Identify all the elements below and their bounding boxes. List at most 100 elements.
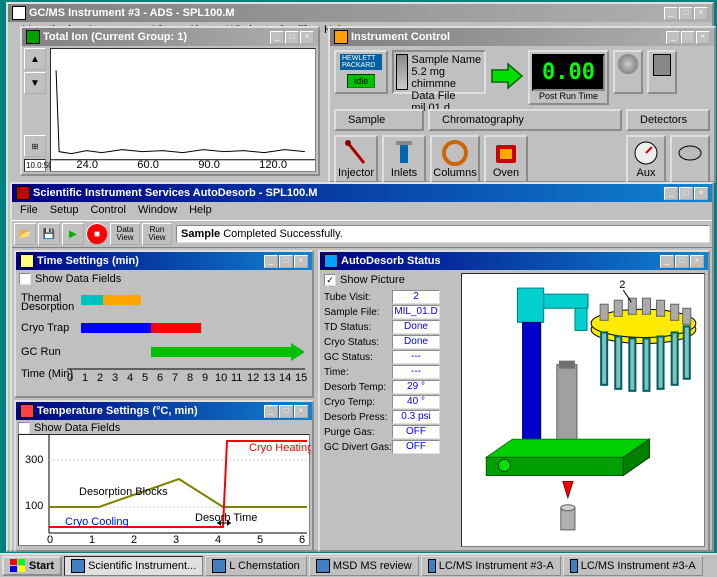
- max-button[interactable]: □: [279, 255, 293, 268]
- ad-titlebar[interactable]: AutoDesorb Status _□×: [320, 252, 708, 270]
- detector-button-1[interactable]: [613, 50, 643, 94]
- zoom-in-button[interactable]: ▲: [24, 48, 46, 70]
- min-button[interactable]: _: [664, 7, 678, 20]
- tab-sample[interactable]: Sample: [334, 109, 424, 131]
- svg-text:8: 8: [187, 372, 193, 384]
- gcms-titlebar[interactable]: GC/MS Instrument #3 - ADS - SPL100.M _ □…: [8, 4, 712, 22]
- run-view-button[interactable]: Run View: [142, 223, 172, 245]
- min-button[interactable]: _: [264, 405, 278, 418]
- autodesorb-status-window: AutoDesorb Status _□× Show Picture Tube …: [318, 250, 710, 552]
- sis-toolbar: 📂 💾 ▶ ■ Data View Run View Sample Comple…: [12, 220, 712, 248]
- min-button[interactable]: _: [660, 255, 674, 268]
- task-icon: [212, 559, 226, 573]
- detector-button-2[interactable]: [647, 50, 677, 94]
- taskbar-task[interactable]: L Chemstation: [205, 556, 307, 576]
- tool-injector[interactable]: Injector: [334, 135, 378, 183]
- close-button[interactable]: ×: [300, 31, 314, 44]
- max-button[interactable]: □: [679, 187, 693, 200]
- thermo-icon: [20, 404, 34, 418]
- runtime-panel: 0.00 Post Run Time: [528, 50, 609, 105]
- arrow-icon: [490, 62, 524, 93]
- aux-icon: [632, 139, 660, 167]
- show-picture-checkbox[interactable]: Show Picture: [324, 274, 454, 286]
- svg-text:4: 4: [127, 372, 133, 384]
- status-row: Cryo Status:Done: [324, 335, 454, 349]
- close-button[interactable]: ×: [690, 255, 704, 268]
- show-data-fields-checkbox[interactable]: Show Data Fields: [19, 273, 309, 285]
- total-ion-window: Total Ion (Current Group: 1) _ □ × ▲ ▼ ⊞…: [20, 26, 320, 176]
- max-button[interactable]: □: [681, 31, 695, 44]
- svg-text:14: 14: [279, 372, 291, 384]
- tab-detectors[interactable]: Detectors: [626, 109, 710, 131]
- svg-text:3: 3: [173, 534, 179, 545]
- sis-autodesorb-window: Scientific Instrument Services AutoDesor…: [10, 182, 714, 552]
- hp-logo-button[interactable]: HEWLETT PACKARD Idle: [334, 50, 388, 94]
- svg-text:2: 2: [619, 279, 625, 291]
- menu-setup[interactable]: Setup: [44, 203, 85, 219]
- sis-titlebar[interactable]: Scientific Instrument Services AutoDesor…: [12, 184, 712, 202]
- save-button[interactable]: 💾: [38, 223, 60, 245]
- status-label: Sample File:: [324, 307, 392, 318]
- max-button[interactable]: □: [285, 31, 299, 44]
- min-button[interactable]: _: [270, 31, 284, 44]
- status-message: Sample Completed Successfully.: [176, 225, 710, 243]
- menu-file[interactable]: File: [14, 203, 44, 219]
- svg-text:0: 0: [47, 534, 53, 545]
- max-button[interactable]: □: [679, 7, 693, 20]
- close-button[interactable]: ×: [294, 255, 308, 268]
- taskbar-task[interactable]: MSD MS review: [309, 556, 419, 576]
- taskbar-task[interactable]: LC/MS Instrument #3-A: [421, 556, 561, 576]
- min-button[interactable]: _: [664, 187, 678, 200]
- max-button[interactable]: □: [279, 405, 293, 418]
- min-button[interactable]: _: [666, 31, 680, 44]
- tool-inlets[interactable]: Inlets: [382, 135, 426, 183]
- status-value: OFF: [392, 425, 440, 439]
- sis-menubar: File Setup Control Window Help: [12, 202, 712, 220]
- menu-help[interactable]: Help: [183, 203, 218, 219]
- tool-extra[interactable]: [670, 135, 710, 183]
- tool-oven[interactable]: Oven: [484, 135, 528, 183]
- svg-text:5: 5: [257, 534, 263, 545]
- taskbar-task[interactable]: LC/MS Instrument #3-A: [563, 556, 703, 576]
- open-button[interactable]: 📂: [14, 223, 36, 245]
- min-button[interactable]: _: [264, 255, 278, 268]
- control-icon: [334, 30, 348, 44]
- status-value: 2: [392, 290, 440, 304]
- svg-text:4: 4: [215, 534, 221, 545]
- tool-columns[interactable]: Columns: [430, 135, 480, 183]
- x-tick: 24.0: [76, 159, 98, 171]
- close-button[interactable]: ×: [694, 7, 708, 20]
- temp-settings-titlebar[interactable]: Temperature Settings (°C, min) _□×: [16, 402, 312, 420]
- sample-name-label: Sample Name: [411, 54, 482, 66]
- close-button[interactable]: ×: [696, 31, 710, 44]
- lcd-display: 0.00: [532, 54, 605, 91]
- zoom-out-button[interactable]: ▼: [24, 72, 46, 94]
- time-settings-titlebar[interactable]: Time Settings (min) _□×: [16, 252, 312, 270]
- svg-text:9: 9: [202, 372, 208, 384]
- ic-titlebar[interactable]: Instrument Control _ □ ×: [330, 28, 714, 46]
- run-button[interactable]: ▶: [62, 223, 84, 245]
- menu-window[interactable]: Window: [132, 203, 183, 219]
- oven-icon: [492, 139, 520, 167]
- status-row: Time:---: [324, 365, 454, 379]
- total-ion-titlebar[interactable]: Total Ion (Current Group: 1) _ □ ×: [22, 28, 318, 46]
- status-row: Desorb Press:0.3 psi: [324, 410, 454, 424]
- start-button[interactable]: Start: [2, 556, 62, 576]
- svg-text:15: 15: [295, 372, 307, 384]
- sample-info-panel: Sample Name 5.2 mg chimmne Data File mil…: [392, 50, 486, 94]
- data-view-button[interactable]: Data View: [110, 223, 140, 245]
- x-tick: 90.0: [198, 159, 220, 171]
- max-button[interactable]: □: [675, 255, 689, 268]
- hp-label: HEWLETT PACKARD: [340, 54, 382, 70]
- task-icon: [428, 559, 436, 573]
- taskbar-task[interactable]: Scientific Instrument...: [64, 556, 203, 576]
- show-data-fields-checkbox[interactable]: Show Data Fields: [18, 422, 310, 434]
- stop-button[interactable]: ■: [86, 223, 108, 245]
- tab-chromatography[interactable]: Chromatography: [428, 109, 622, 131]
- close-button[interactable]: ×: [294, 405, 308, 418]
- menu-control[interactable]: Control: [84, 203, 131, 219]
- total-ion-chart[interactable]: 24.0 60.0 90.0 120.0: [50, 48, 316, 172]
- close-button[interactable]: ×: [694, 187, 708, 200]
- tool-button[interactable]: ⊞: [24, 135, 46, 157]
- tool-aux[interactable]: Aux: [626, 135, 666, 183]
